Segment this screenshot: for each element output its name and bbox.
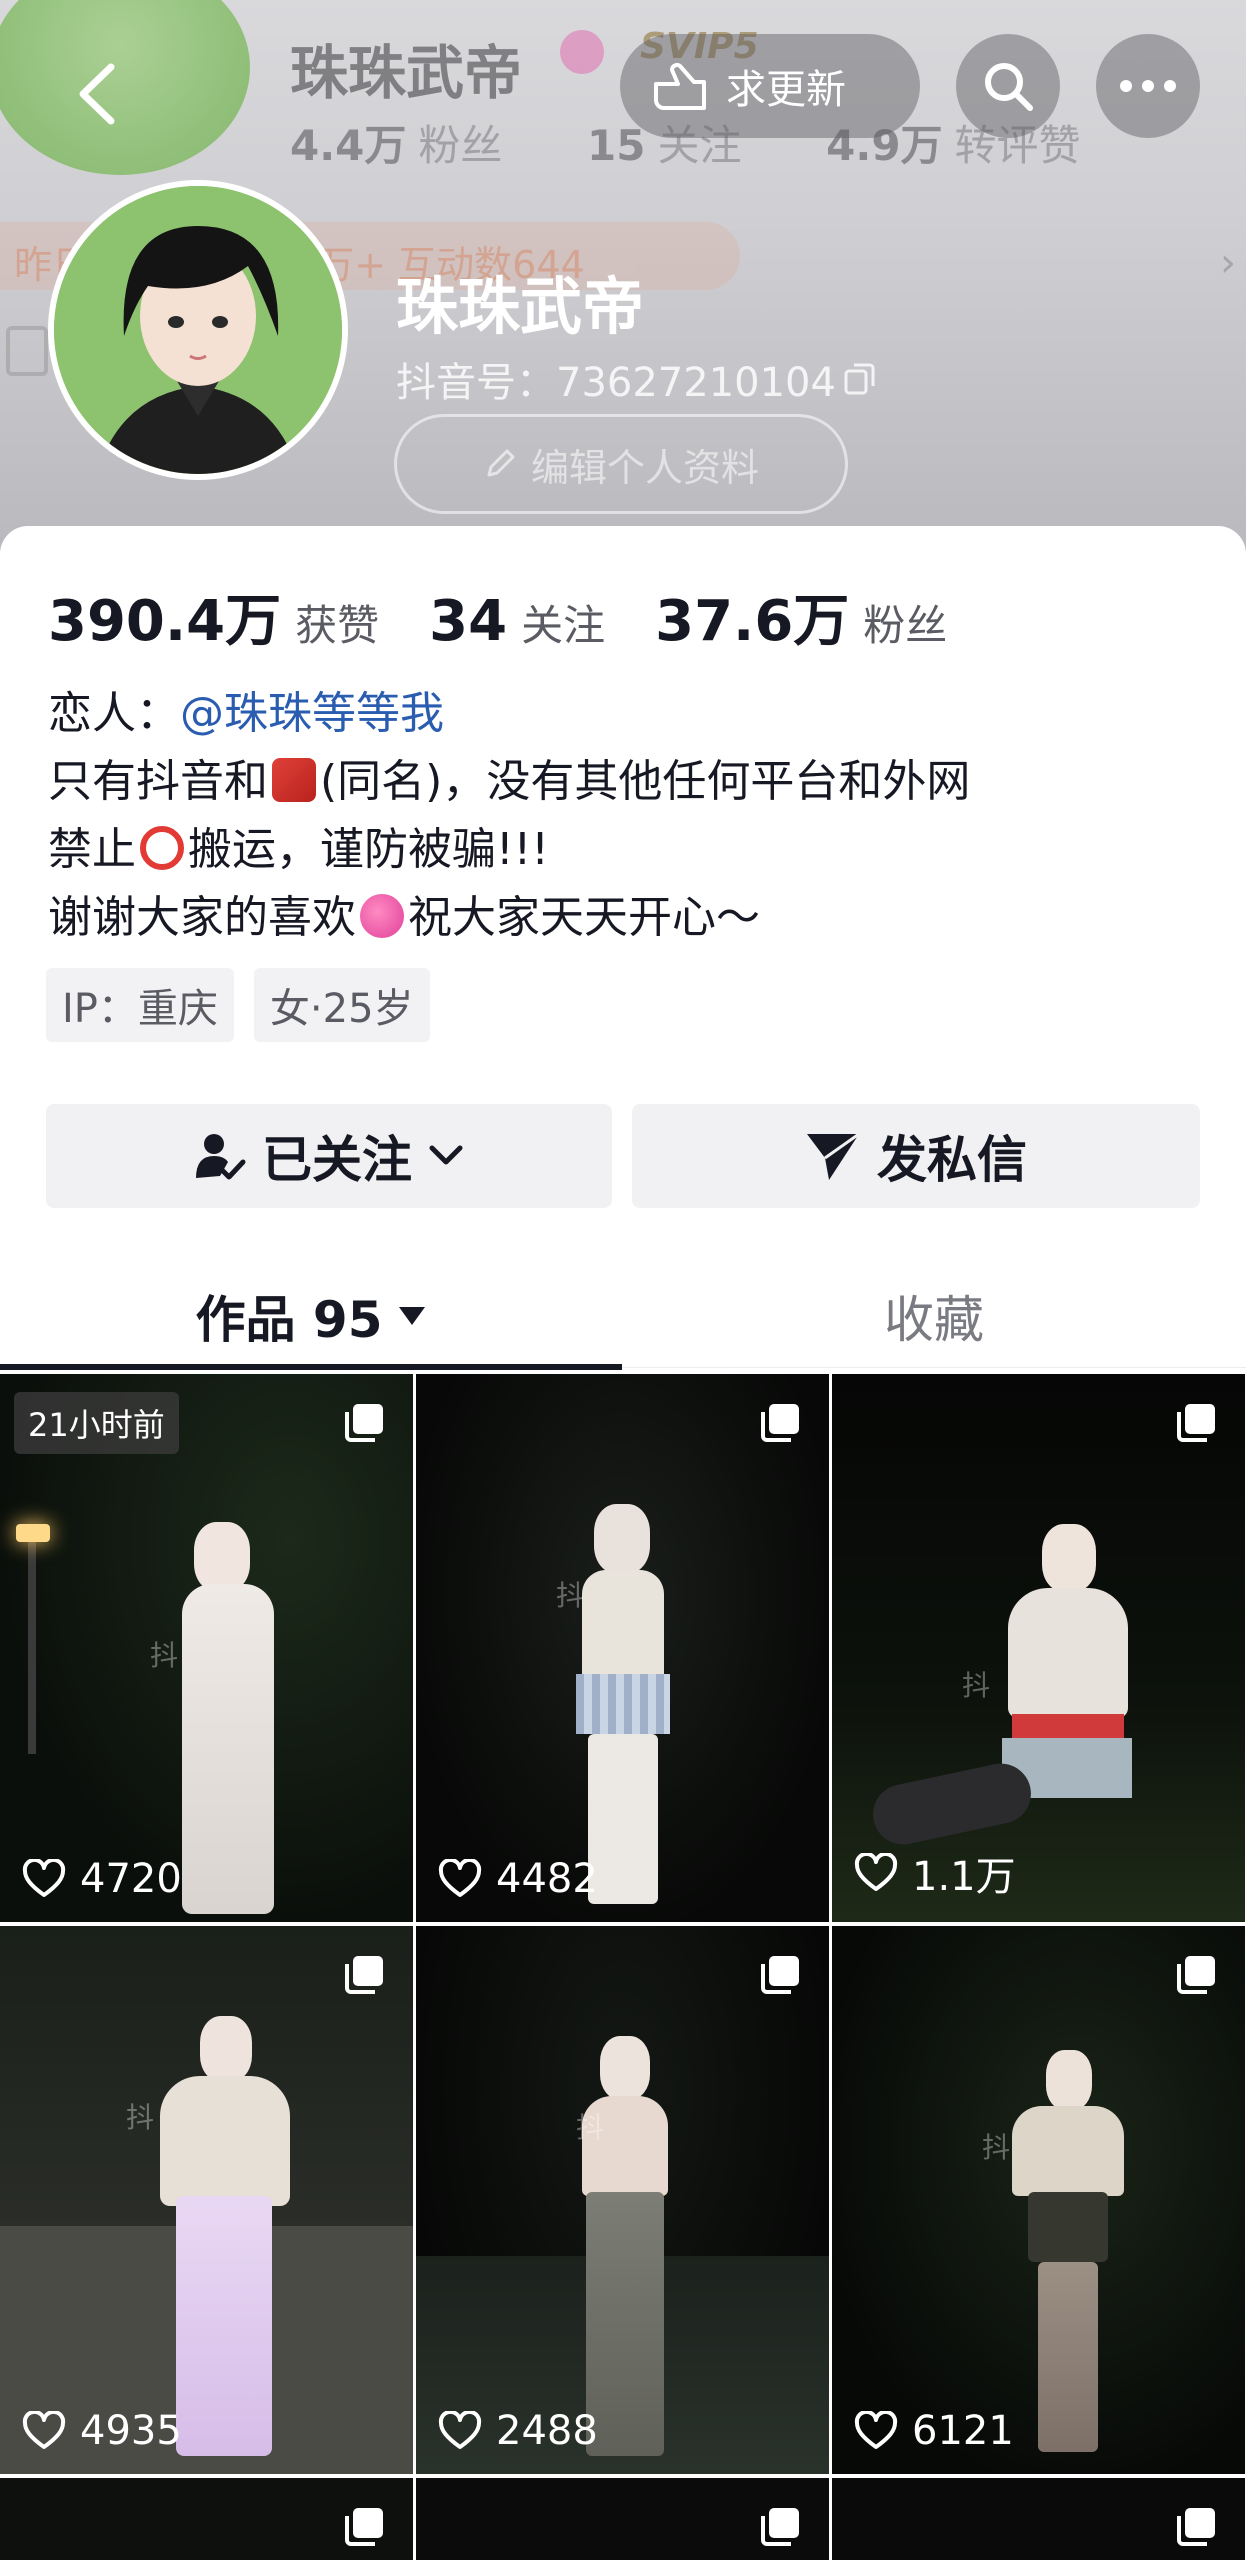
followers-count[interactable]: 37.6万 [655, 576, 849, 657]
copy-icon[interactable] [842, 361, 878, 397]
following-button[interactable]: 已关注 [46, 1104, 612, 1208]
video-tile[interactable]: 抖 2488 [416, 1926, 829, 2474]
multi-image-icon [1177, 1404, 1215, 1442]
video-tile[interactable]: 抖 6121 [832, 1926, 1245, 2474]
like-count: 4482 [438, 1856, 598, 1902]
bio: 恋人：@珠珠等等我 只有抖音和 (同名)，没有其他任何平台和外网 禁止 搬运，谨防被… [48, 688, 971, 943]
user-check-icon [196, 1134, 246, 1180]
multi-image-icon [1177, 1956, 1215, 1994]
paper-plane-icon [807, 1132, 860, 1180]
following-count[interactable]: 34 [429, 589, 507, 654]
more-button[interactable] [1096, 34, 1200, 138]
gender-age-tag: 女·25岁 [253, 968, 430, 1042]
likes-count[interactable]: 390.4万 [48, 576, 281, 657]
heart-icon [22, 2411, 66, 2449]
chevron-right-icon: › [1220, 240, 1236, 286]
profile-card: 390.4万 获赞 34 关注 37.6万 粉丝 恋人：@珠珠等等我 只有抖音和… [0, 526, 1246, 2560]
watermark: 抖 [126, 2101, 155, 2134]
scarf-emoji-icon [272, 758, 316, 802]
multi-image-icon [345, 1956, 383, 1994]
collapsed-name: 珠珠武帝 [290, 39, 523, 107]
watermark: 抖 [982, 2131, 1011, 2164]
like-count: 6121 [854, 2408, 1014, 2454]
following-label: 关注 [521, 601, 606, 650]
heart-icon [438, 1859, 482, 1897]
video-tile[interactable] [0, 2478, 413, 2560]
tab-works[interactable]: 作品 95 [0, 1264, 622, 1368]
like-count: 2488 [438, 2408, 598, 2454]
multi-image-icon [761, 2508, 799, 2546]
multi-image-icon [345, 1404, 383, 1442]
video-tile[interactable]: 抖 4482 [416, 1374, 829, 1922]
like-count: 1.1万 [854, 1844, 1016, 1902]
watermark: 抖 [556, 1579, 585, 1612]
chevron-down-icon [429, 1145, 463, 1165]
like-count: 4935 [22, 2408, 182, 2454]
multi-image-icon [1177, 2508, 1215, 2546]
tab-indicator [0, 1364, 622, 1370]
profile-header: 珠珠武帝 SVIP5 4.4万粉丝 15关注 4.9万转评赞 昨日 新增粉丝数1… [0, 0, 1246, 560]
multi-image-icon [761, 1404, 799, 1442]
request-update-button[interactable]: 求更新 [620, 34, 920, 138]
likes-label: 获赞 [295, 601, 380, 650]
heart-icon [854, 1853, 898, 1891]
avatar[interactable] [48, 180, 348, 480]
ip-location-tag: IP：重庆 [46, 968, 234, 1042]
edit-profile-button[interactable]: 编辑个人资料 [394, 414, 848, 514]
time-badge: 21小时前 [14, 1392, 179, 1454]
hearts-emoji-icon [360, 894, 404, 938]
pencil-icon [487, 449, 515, 477]
back-arrow-icon [79, 63, 115, 125]
search-button[interactable] [956, 34, 1060, 138]
profile-stats: 390.4万 获赞 34 关注 37.6万 粉丝 [48, 576, 997, 657]
more-dots-icon [1120, 80, 1176, 92]
send-message-button[interactable]: 发私信 [632, 1104, 1200, 1208]
profile-tags: IP：重庆 女·25岁 [46, 968, 430, 1042]
video-tile[interactable]: 抖 21小时前 4720 [0, 1374, 413, 1922]
douyin-id[interactable]: 抖音号：73627210104 [396, 350, 878, 408]
watermark: 抖 [150, 1639, 179, 1672]
multi-image-icon [761, 1956, 799, 1994]
watermark: 抖 [576, 2111, 605, 2144]
heart-icon [854, 2411, 898, 2449]
video-tile[interactable]: 抖 1.1万 [832, 1374, 1245, 1922]
video-tile[interactable]: 抖 4935 [0, 1926, 413, 2474]
back-button[interactable] [46, 42, 150, 146]
avatar-illustration [54, 186, 342, 474]
mention-link[interactable]: @珠珠等等我 [180, 688, 444, 739]
like-count: 4720 [22, 1856, 182, 1902]
tab-favorites[interactable]: 收藏 [622, 1264, 1246, 1368]
caret-down-icon [398, 1307, 425, 1325]
followers-label: 粉丝 [863, 601, 948, 650]
watermark: 抖 [962, 1669, 991, 1702]
document-icon [6, 326, 48, 376]
search-icon [985, 63, 1033, 111]
video-thumbnail-figure [28, 1534, 36, 1754]
profile-name: 珠珠武帝 [396, 270, 645, 343]
verified-badge-icon [560, 30, 604, 74]
video-tile[interactable] [416, 2478, 829, 2560]
video-tile[interactable] [832, 2478, 1245, 2560]
hand-icon [654, 63, 706, 110]
content-tabs: 作品 95 收藏 [0, 1264, 1246, 1368]
heart-icon [22, 1859, 66, 1897]
heart-icon [438, 2411, 482, 2449]
prohibited-emoji-icon [140, 826, 184, 870]
multi-image-icon [345, 2508, 383, 2546]
